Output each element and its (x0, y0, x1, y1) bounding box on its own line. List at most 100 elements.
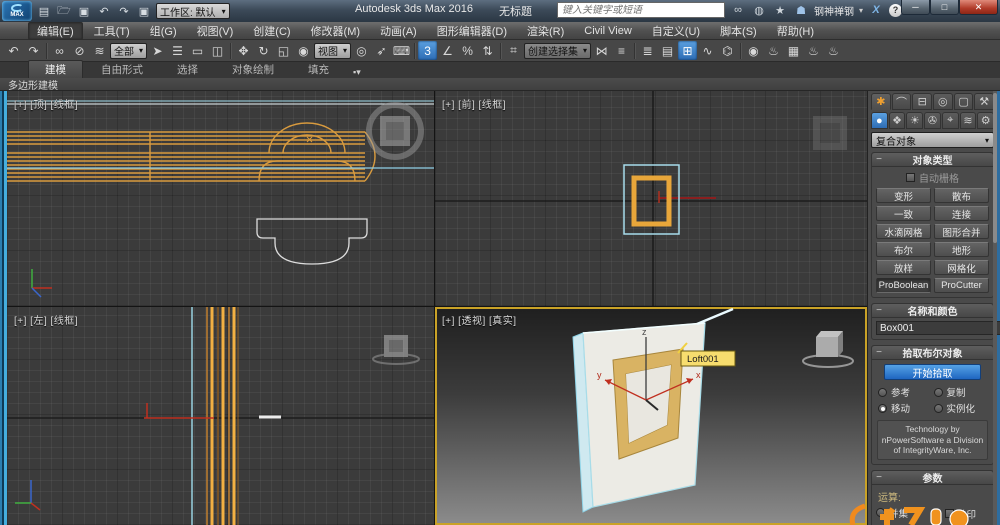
tab-motion[interactable]: ◎ (933, 93, 953, 110)
radio-reference[interactable]: 参考 (878, 385, 932, 399)
open-file-icon[interactable]: 🗁 (56, 3, 72, 19)
button-proboolean[interactable]: ProBoolean (876, 278, 931, 293)
select-and-link-icon[interactable]: ∞ (50, 41, 69, 60)
parameters-header[interactable]: − 参数 (872, 471, 993, 485)
button-conform[interactable]: 一致 (876, 206, 931, 221)
create-selection-set-dropdown[interactable]: 创建选择集 ▾ (524, 43, 591, 59)
menu-rendering[interactable]: 渲染(R) (518, 22, 573, 40)
window-crossing-icon[interactable]: ◫ (208, 41, 227, 60)
button-shapemerge[interactable]: 图形合并 (934, 224, 989, 239)
redo-quick-icon[interactable]: ↷ (116, 3, 132, 19)
mirror-icon[interactable]: ⋈ (592, 41, 611, 60)
viewport-perspective-label[interactable]: [+] [透视] [真实] (442, 312, 517, 327)
ribbon-tab-selection[interactable]: 选择 (161, 61, 214, 78)
button-mesher[interactable]: 网格化 (934, 260, 989, 275)
menu-graph-editors[interactable]: 图形编辑器(D) (428, 22, 516, 40)
ribbon-toggle-icon[interactable]: ▤ (658, 41, 677, 60)
object-name-input[interactable] (876, 321, 1000, 335)
select-and-rotate-icon[interactable]: ↻ (254, 41, 273, 60)
tab-utilities[interactable]: ⚒ (974, 93, 994, 110)
menu-scripting[interactable]: 脚本(S) (711, 22, 766, 40)
menu-modifiers[interactable]: 修改器(M) (302, 22, 370, 40)
ribbon-tab-freeform[interactable]: 自由形式 (85, 61, 159, 78)
tab-modify[interactable]: ⌒ (892, 93, 912, 110)
button-morph[interactable]: 变形 (876, 188, 931, 203)
radio-move[interactable]: 移动 (878, 401, 932, 415)
viewport-front-label[interactable]: [+] [前] [线框] (442, 96, 506, 111)
layer-manager-icon[interactable]: ≣ (638, 41, 657, 60)
polygon-modeling-label[interactable]: 多边形建模 (8, 77, 58, 92)
button-connect[interactable]: 连接 (934, 206, 989, 221)
tab-create[interactable]: ✱ (871, 93, 891, 110)
undo-icon[interactable]: ↶ (4, 41, 23, 60)
object-type-header[interactable]: − 对象类型 (872, 153, 993, 167)
tab-hierarchy[interactable]: ⊟ (912, 93, 932, 110)
workspace-dropdown[interactable]: 工作区: 默认 ▾ (156, 3, 230, 19)
collapsed-ribbon-strip[interactable] (0, 91, 7, 525)
menu-civil-view[interactable]: Civil View (575, 24, 640, 38)
menu-edit[interactable]: 编辑(E) (28, 22, 83, 40)
undo-quick-icon[interactable]: ↶ (96, 3, 112, 19)
subtab-shapes[interactable]: ❖ (889, 112, 906, 129)
menu-customize[interactable]: 自定义(U) (643, 22, 709, 40)
viewport-left[interactable]: [+] [左] [线框] (7, 307, 434, 525)
menu-group[interactable]: 组(G) (141, 22, 186, 40)
selection-region-icon[interactable]: ▭ (188, 41, 207, 60)
percent-snap-icon[interactable]: % (458, 41, 477, 60)
radio-instance[interactable]: 实例化 (934, 401, 988, 415)
minimize-button[interactable]: ─ (901, 0, 930, 15)
subtab-helpers[interactable]: ⌖ (942, 112, 959, 129)
use-pivot-center-icon[interactable]: ◎ (352, 41, 371, 60)
select-and-manipulate-icon[interactable]: ➶ (372, 41, 391, 60)
viewport-top-label[interactable]: [+] [顶] [线框] (14, 96, 78, 111)
keyboard-override-icon[interactable]: ⌨ (392, 41, 411, 60)
named-selection-sets-icon[interactable]: ⌗ (504, 41, 523, 60)
ribbon-minimize-icon[interactable]: ▪▾ (347, 67, 367, 78)
menu-views[interactable]: 视图(V) (188, 22, 243, 40)
button-terrain[interactable]: 地形 (934, 242, 989, 257)
button-boolean[interactable]: 布尔 (876, 242, 931, 257)
close-button[interactable]: ✕ (959, 0, 998, 15)
material-editor-icon[interactable]: ◉ (744, 41, 763, 60)
subtab-cameras[interactable]: ✇ (924, 112, 941, 129)
communication-center-icon[interactable]: ◍ (751, 3, 767, 18)
viewport-top[interactable]: [+] [顶] [线框] (7, 91, 434, 306)
select-and-move-icon[interactable]: ✥ (234, 41, 253, 60)
subtab-lights[interactable]: ☀ (906, 112, 923, 129)
viewcube-icon[interactable] (373, 335, 419, 364)
spinner-snap-icon[interactable]: ⇅ (478, 41, 497, 60)
selection-filter-dropdown[interactable]: 全部 ▾ (110, 43, 147, 59)
unlink-selection-icon[interactable]: ⊘ (70, 41, 89, 60)
select-object-icon[interactable]: ➤ (148, 41, 167, 60)
bind-to-space-warp-icon[interactable]: ≋ (90, 41, 109, 60)
viewcube-icon[interactable] (813, 116, 847, 150)
favorites-star-icon[interactable]: ★ (772, 3, 788, 18)
menu-help[interactable]: 帮助(H) (768, 22, 823, 40)
ribbon-tab-populate[interactable]: 填充 (292, 61, 345, 78)
select-and-place-icon[interactable]: ◉ (294, 41, 313, 60)
search-input[interactable] (557, 2, 725, 18)
menu-tools[interactable]: 工具(T) (85, 22, 139, 40)
select-by-name-icon[interactable]: ☰ (168, 41, 187, 60)
render-setup-icon[interactable]: ♨ (764, 41, 783, 60)
curve-editor-icon[interactable]: ∿ (698, 41, 717, 60)
exchange-icon[interactable]: X (868, 3, 884, 18)
subtab-geometry[interactable]: ● (871, 112, 888, 129)
maximize-button[interactable]: □ (930, 0, 959, 15)
align-icon[interactable]: ≡ (612, 41, 631, 60)
app-logo[interactable]: MAX (2, 1, 32, 21)
scene-explorer-icon[interactable]: ⊞ (678, 41, 697, 60)
name-color-header[interactable]: − 名称和颜色 (872, 304, 993, 318)
select-and-scale-icon[interactable]: ◱ (274, 41, 293, 60)
angle-snap-icon[interactable]: ∠ (438, 41, 457, 60)
new-file-icon[interactable]: ▤ (36, 3, 52, 19)
viewport-left-label[interactable]: [+] [左] [线框] (14, 312, 78, 327)
save-file-icon[interactable]: ▣ (76, 3, 92, 19)
ribbon-tab-object-paint[interactable]: 对象绘制 (216, 61, 290, 78)
redo-icon[interactable]: ↷ (24, 41, 43, 60)
button-loft[interactable]: 放样 (876, 260, 931, 275)
viewport-front[interactable]: [+] [前] [线框] (435, 91, 867, 306)
snaps-toggle-icon[interactable]: 3 (418, 41, 437, 60)
viewcube-icon[interactable] (803, 331, 853, 367)
render-iterative-icon[interactable]: ♨ (824, 41, 843, 60)
